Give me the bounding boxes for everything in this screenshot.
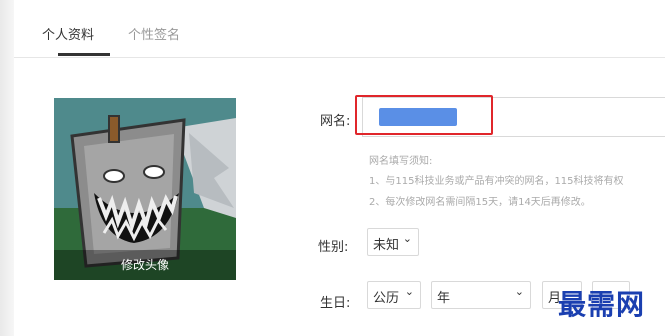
chevron-down-icon: ⌄ bbox=[402, 232, 412, 245]
notice-line-2: 2、每次修改网名需间隔15天，请14天后再修改。 bbox=[369, 197, 591, 208]
left-panel-edge bbox=[0, 0, 14, 336]
profile-tabs: 个人资料 个性签名 bbox=[14, 0, 665, 58]
nickname-label: 网名: bbox=[320, 114, 351, 129]
year-value: 年 bbox=[437, 291, 451, 306]
gender-label: 性别: bbox=[318, 240, 349, 255]
calendar-type-value: 公历 bbox=[373, 291, 400, 306]
tab-profile[interactable]: 个人资料 bbox=[42, 24, 94, 43]
watermark-logo: 最需网 bbox=[558, 288, 646, 321]
notice-line-1: 1、与115科技业务或产品有冲突的网名，115科技将有权 bbox=[369, 176, 624, 187]
avatar[interactable]: 修改头像 bbox=[54, 98, 236, 280]
year-select[interactable]: 年 ⌄ bbox=[431, 281, 531, 309]
notice-title: 网名填写须知: bbox=[369, 156, 433, 167]
birthday-label: 生日: bbox=[320, 296, 351, 311]
highlight-box bbox=[355, 95, 493, 135]
calendar-type-select[interactable]: 公历 ⌄ bbox=[367, 281, 421, 309]
gender-select[interactable]: 未知 ⌄ bbox=[367, 228, 419, 256]
gender-value: 未知 bbox=[373, 238, 400, 253]
chevron-down-icon: ⌄ bbox=[404, 285, 414, 298]
chevron-down-icon: ⌄ bbox=[514, 285, 524, 298]
tab-signature[interactable]: 个性签名 bbox=[128, 24, 180, 43]
change-avatar-label[interactable]: 修改头像 bbox=[54, 250, 236, 280]
active-tab-indicator bbox=[58, 53, 110, 56]
